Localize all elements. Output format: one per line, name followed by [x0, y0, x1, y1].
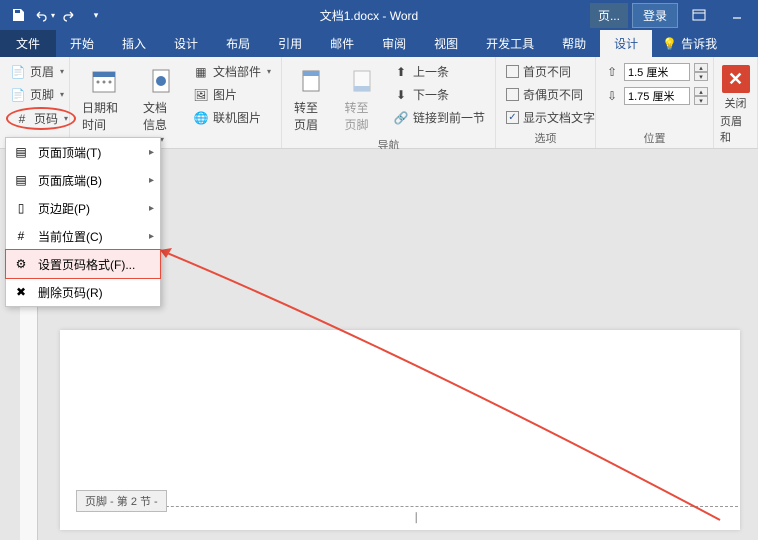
- tab-devtools[interactable]: 开发工具: [472, 30, 548, 57]
- close-hf-button[interactable]: ✕关闭页眉和: [716, 61, 755, 149]
- window-title: 文档1.docx - Word: [108, 7, 590, 24]
- ribbon: 📄页眉▾ 📄页脚▾ #页码▾ 日期和时间 文档信息▾ ▦文档部件▾ 🖼图片 🌐联…: [0, 57, 758, 149]
- diff-first-checkbox[interactable]: 首页不同: [502, 61, 599, 82]
- picture-icon: 🖼: [193, 87, 209, 103]
- menu-page-bottom[interactable]: ▤页面底端(B)▸: [6, 166, 160, 194]
- menu-remove-pagenum[interactable]: ✖删除页码(R): [6, 278, 160, 306]
- title-bar: ▾ ▾ 文档1.docx - Word 页... 登录: [0, 0, 758, 30]
- page-number-menu: ▤页面顶端(T)▸ ▤页面底端(B)▸ ▯页边距(P)▸ #当前位置(C)▸ ⚙…: [5, 137, 161, 307]
- goto-footer-button[interactable]: 转至页脚: [338, 61, 384, 137]
- ribbon-tabs: 文件 开始 插入 设计 布局 引用 邮件 审阅 视图 开发工具 帮助 设计 💡告…: [0, 30, 758, 57]
- link-prev-button[interactable]: 🔗链接到前一节: [389, 107, 489, 128]
- show-text-checkbox[interactable]: ✓显示文档文字: [502, 107, 599, 128]
- menu-page-top[interactable]: ▤页面顶端(T)▸: [6, 138, 160, 166]
- ribbon-options-icon[interactable]: [682, 0, 716, 30]
- current-pos-icon: #: [12, 227, 30, 245]
- header-dist-spinner[interactable]: ⇧ ▴▾: [602, 61, 710, 83]
- calendar-icon: [88, 65, 120, 97]
- footer-dist-icon: ⇩: [604, 88, 620, 104]
- prev-section-button[interactable]: ⬆上一条: [389, 61, 489, 82]
- tab-hf-design[interactable]: 设计: [600, 30, 652, 57]
- tell-me[interactable]: 💡告诉我: [652, 30, 727, 57]
- online-picture-button[interactable]: 🌐联机图片: [189, 107, 275, 128]
- remove-icon: ✖: [12, 283, 30, 301]
- text-cursor: ⎸: [416, 512, 427, 525]
- goto-header-button[interactable]: 转至页眉: [288, 61, 334, 137]
- prev-icon: ⬆: [393, 64, 409, 80]
- goto-header-icon: [295, 65, 327, 97]
- minimize-icon[interactable]: [720, 0, 754, 30]
- tab-design[interactable]: 设计: [160, 30, 212, 57]
- next-icon: ⬇: [393, 87, 409, 103]
- tab-references[interactable]: 引用: [264, 30, 316, 57]
- diff-oddeven-checkbox[interactable]: 奇偶页不同: [502, 84, 599, 105]
- footer-boundary: [76, 506, 738, 507]
- footer-icon: 📄: [10, 87, 26, 103]
- chevron-right-icon: ▸: [149, 175, 154, 186]
- menu-margins[interactable]: ▯页边距(P)▸: [6, 194, 160, 222]
- pagenum-icon: #: [14, 111, 30, 127]
- footer-section-label: 页脚 - 第 2 节 -: [76, 490, 167, 512]
- docparts-button[interactable]: ▦文档部件▾: [189, 61, 275, 82]
- spin-down[interactable]: ▾: [694, 72, 708, 81]
- page-bottom-icon: ▤: [12, 171, 30, 189]
- link-icon: 🔗: [393, 110, 409, 126]
- footer-dist-input[interactable]: [624, 87, 690, 105]
- menu-current-pos[interactable]: #当前位置(C)▸: [6, 222, 160, 250]
- tab-view[interactable]: 视图: [420, 30, 472, 57]
- tab-file[interactable]: 文件: [0, 30, 56, 57]
- spin-up[interactable]: ▴: [694, 87, 708, 96]
- checkbox-checked-icon: ✓: [506, 111, 519, 124]
- page-top-icon: ▤: [12, 143, 30, 161]
- spin-up[interactable]: ▴: [694, 63, 708, 72]
- login-button[interactable]: 登录: [632, 3, 678, 28]
- chevron-right-icon: ▸: [149, 231, 154, 242]
- page-number-button[interactable]: #页码▾: [6, 107, 76, 130]
- docparts-icon: ▦: [193, 64, 209, 80]
- docinfo-button[interactable]: 文档信息▾: [137, 61, 185, 148]
- chevron-right-icon: ▸: [149, 203, 154, 214]
- lightbulb-icon: 💡: [662, 37, 677, 51]
- margins-icon: ▯: [12, 199, 30, 217]
- close-icon: ✕: [722, 65, 750, 93]
- format-icon: ⚙: [12, 255, 30, 273]
- tab-help[interactable]: 帮助: [548, 30, 600, 57]
- checkbox-icon: [506, 65, 519, 78]
- docinfo-icon: [145, 65, 177, 97]
- group-label: 选项: [496, 130, 595, 148]
- goto-footer-icon: [346, 65, 378, 97]
- chevron-right-icon: ▸: [149, 147, 154, 158]
- checkbox-icon: [506, 88, 519, 101]
- save-icon[interactable]: [6, 3, 30, 27]
- online-pic-icon: 🌐: [193, 110, 209, 126]
- tab-review[interactable]: 审阅: [368, 30, 420, 57]
- quick-access-toolbar: ▾ ▾: [0, 3, 108, 27]
- datetime-button[interactable]: 日期和时间: [76, 61, 133, 137]
- redo-icon[interactable]: [58, 3, 82, 27]
- header-dist-icon: ⇧: [604, 64, 620, 80]
- qat-customize-icon[interactable]: ▾: [84, 3, 108, 27]
- tab-mail[interactable]: 邮件: [316, 30, 368, 57]
- footer-button[interactable]: 📄页脚▾: [6, 84, 76, 105]
- header-dist-input[interactable]: [624, 63, 690, 81]
- next-section-button[interactable]: ⬇下一条: [389, 84, 489, 105]
- spin-down[interactable]: ▾: [694, 96, 708, 105]
- undo-icon[interactable]: ▾: [32, 3, 56, 27]
- tab-insert[interactable]: 插入: [108, 30, 160, 57]
- tab-home[interactable]: 开始: [56, 30, 108, 57]
- tab-layout[interactable]: 布局: [212, 30, 264, 57]
- context-tab-label[interactable]: 页...: [590, 3, 628, 28]
- menu-format-pagenum[interactable]: ⚙设置页码格式(F)...: [5, 249, 161, 279]
- header-icon: 📄: [10, 64, 26, 80]
- picture-button[interactable]: 🖼图片: [189, 84, 275, 105]
- footer-dist-spinner[interactable]: ⇩ ▴▾: [602, 85, 710, 107]
- group-label: 位置: [596, 130, 713, 148]
- header-button[interactable]: 📄页眉▾: [6, 61, 76, 82]
